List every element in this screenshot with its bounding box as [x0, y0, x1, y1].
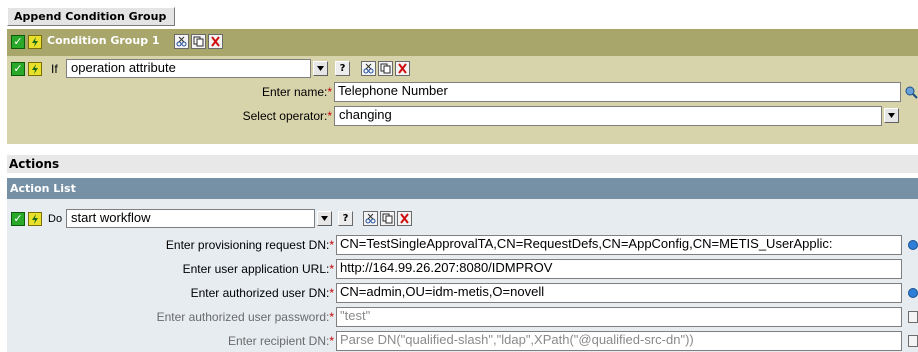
append-condition-group-button[interactable]: Append Condition Group — [7, 7, 175, 26]
enter-name-input[interactable]: Telephone Number — [334, 82, 901, 102]
do-label: Do — [48, 213, 63, 225]
provisioning-request-dn-label: Enter provisioning request DN:* — [165, 238, 334, 252]
condition-copy-icon[interactable] — [378, 61, 393, 76]
action-type-dropdown-icon[interactable] — [317, 211, 332, 226]
action-list-header: Action List — [7, 178, 918, 199]
user-application-url-label: Enter user application URL:* — [182, 262, 334, 276]
name-browse-icon[interactable] — [905, 86, 918, 102]
if-label: If — [51, 62, 58, 76]
delete-icon[interactable] — [208, 34, 223, 49]
condition-type-value: operation attribute — [71, 60, 176, 75]
user-application-url-input[interactable]: http://164.99.26.207:8080/IDMPROV — [336, 259, 902, 279]
operator-value: changing — [339, 107, 392, 122]
required-marker: * — [329, 238, 334, 252]
required-marker: * — [329, 286, 334, 300]
enter-name-label: Enter name:* — [261, 85, 332, 99]
condition-type-select[interactable]: operation attribute — [66, 59, 311, 78]
negate-icon[interactable] — [28, 35, 42, 49]
select-operator-label: Select operator:* — [242, 109, 332, 123]
condition-type-dropdown-icon[interactable] — [313, 61, 328, 76]
action-delete-icon[interactable] — [397, 211, 412, 226]
authorized-user-password-label: Enter authorized user password:* — [156, 310, 334, 324]
enable-check-icon[interactable]: ✓ — [11, 35, 25, 49]
provisioning-request-dn-input[interactable]: CN=TestSingleApprovalTA,CN=RequestDefs,C… — [336, 235, 902, 255]
password-editor-icon[interactable] — [908, 311, 918, 323]
authorized-user-password-input[interactable]: "test" — [336, 307, 902, 327]
provisioning-dn-browse-icon[interactable] — [908, 240, 918, 250]
copy-icon[interactable] — [191, 34, 206, 49]
authorized-user-dn-input[interactable]: CN=admin,OU=idm-metis,O=novell — [336, 283, 902, 303]
required-marker: * — [327, 109, 332, 123]
operator-dropdown-icon[interactable] — [884, 108, 899, 123]
condition-help-button[interactable]: ? — [335, 61, 350, 76]
condition-group-title: Condition Group 1 — [47, 34, 160, 47]
required-marker: * — [329, 310, 334, 324]
action-help-button[interactable]: ? — [338, 211, 353, 226]
condition-delete-icon[interactable] — [395, 61, 410, 76]
recipient-dn-input[interactable]: Parse DN("qualified-slash","ldap",XPath(… — [336, 331, 902, 351]
action-cut-icon[interactable] — [363, 211, 378, 226]
condition-cut-icon[interactable] — [361, 61, 376, 76]
action-copy-icon[interactable] — [380, 211, 395, 226]
action-type-select[interactable]: start workflow — [66, 209, 315, 228]
actions-section-title: Actions — [7, 155, 918, 173]
authorized-user-dn-label: Enter authorized user DN:* — [190, 286, 334, 300]
action-disable-icon[interactable] — [28, 212, 42, 226]
if-enable-check-icon[interactable]: ✓ — [11, 62, 25, 76]
operator-select[interactable]: changing — [334, 106, 882, 126]
if-negate-icon[interactable] — [28, 62, 42, 76]
required-marker: * — [327, 85, 332, 99]
recipient-dn-label: Enter recipient DN:* — [227, 334, 334, 348]
action-enable-check-icon[interactable]: ✓ — [11, 212, 25, 226]
action-type-value: start workflow — [71, 210, 151, 225]
recipient-editor-icon[interactable] — [908, 335, 918, 347]
authorized-dn-browse-icon[interactable] — [908, 288, 918, 298]
cut-icon[interactable] — [174, 34, 189, 49]
required-marker: * — [329, 334, 334, 348]
required-marker: * — [329, 262, 334, 276]
